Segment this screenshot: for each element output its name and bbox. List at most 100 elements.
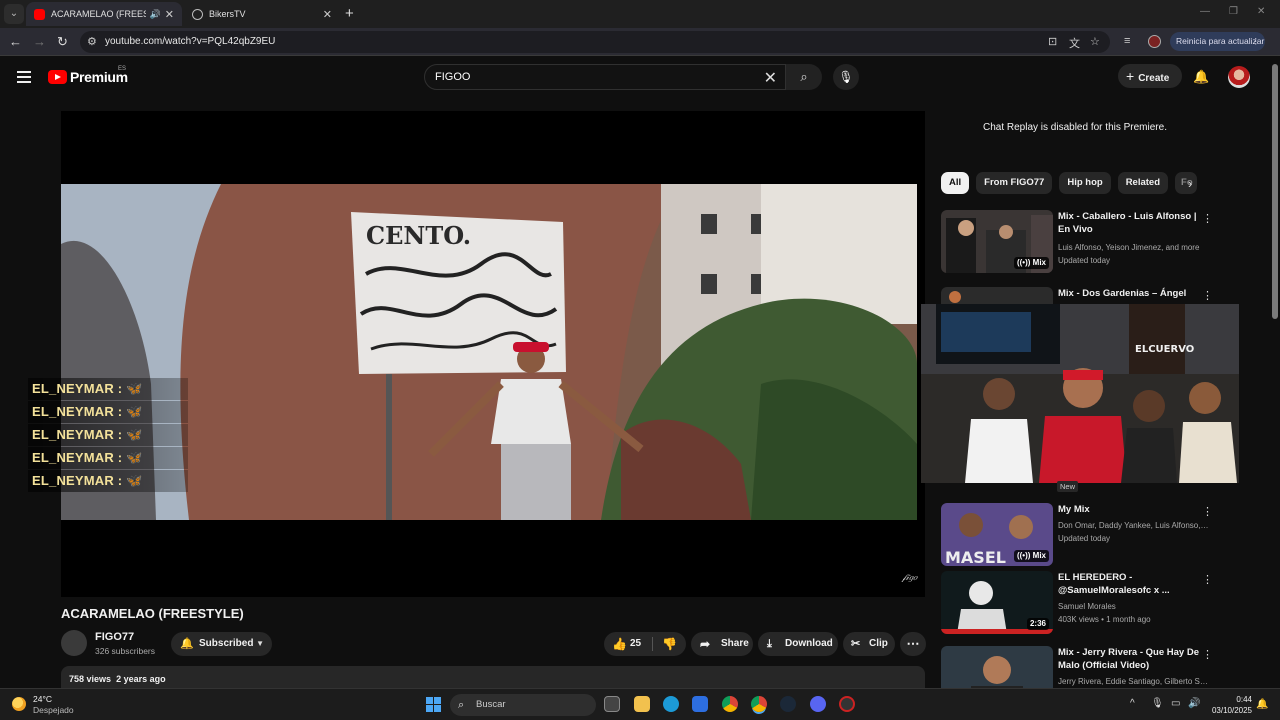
network-icon[interactable]: ▭ xyxy=(1171,698,1180,709)
store-icon[interactable] xyxy=(692,696,708,712)
reload-icon[interactable]: ↻ xyxy=(57,34,68,50)
windows-start-icon[interactable] xyxy=(426,697,441,712)
recommendation-item[interactable]: ((•)) Mix Mix - Caballero - Luis Alfonso… xyxy=(941,210,1221,280)
forward-icon[interactable]: → xyxy=(33,34,46,49)
search-query[interactable]: FIGOO xyxy=(435,71,470,83)
maximize-icon[interactable]: ❐ xyxy=(1229,6,1238,17)
more-vert-icon[interactable]: ⋮ xyxy=(1202,573,1213,586)
browser-profile-avatar[interactable] xyxy=(1148,35,1161,48)
more-vert-icon[interactable]: ⋮ xyxy=(1202,212,1213,225)
recommendation-title[interactable]: Mix - Jerry Rivera - Que Hay De Malo (Of… xyxy=(1058,646,1210,672)
chrome-active-icon[interactable] xyxy=(751,696,767,712)
tab-bikerstv[interactable]: BikersTV ✕ xyxy=(184,2,340,26)
thumbs-up-icon[interactable]: 👍 xyxy=(612,632,627,656)
recommendation-title[interactable]: Mix - Caballero - Luis Alfonso | En Vivo xyxy=(1058,210,1210,236)
recommendation-title[interactable]: EL HEREDERO - @SamuelMoralesofc x ... xyxy=(1058,571,1210,597)
chevron-right-icon[interactable]: › xyxy=(1188,176,1192,191)
mix-badge: ((•)) Mix xyxy=(1013,550,1049,562)
new-tab-button[interactable]: + xyxy=(345,5,354,22)
video-thumbnail[interactable]: 2:36 xyxy=(941,571,1053,634)
system-clock[interactable]: 0:44 03/10/2025 xyxy=(1208,694,1252,716)
account-avatar[interactable] xyxy=(1228,66,1250,88)
download-button[interactable]: ⤓ Download xyxy=(758,632,838,656)
svg-text:ELCUERVO: ELCUERVO xyxy=(1135,344,1194,355)
temperature[interactable]: 24°C xyxy=(33,694,52,704)
speaker-icon[interactable]: 🔊 xyxy=(150,9,161,20)
chip-related[interactable]: Related xyxy=(1117,172,1169,194)
file-explorer-icon[interactable] xyxy=(634,696,650,712)
recommendation-title[interactable]: My Mix xyxy=(1058,503,1210,516)
badge-label: Mix xyxy=(1032,258,1046,267)
clip-button[interactable]: ✂ Clip xyxy=(843,632,895,656)
create-button[interactable]: + Create xyxy=(1118,64,1182,88)
chrome-icon[interactable] xyxy=(722,696,738,712)
video-frame: CENTO. xyxy=(61,184,917,520)
video-thumbnail[interactable] xyxy=(941,646,1053,688)
tab-title: BikersTV xyxy=(209,9,246,19)
video-thumbnail[interactable]: ((•)) Mix xyxy=(941,210,1053,273)
like-count[interactable]: 25 xyxy=(630,632,641,656)
youtube-premium-logo[interactable]: Premium ES xyxy=(48,66,128,85)
reading-list-icon[interactable]: ≡ xyxy=(1124,35,1130,47)
taskbar-search[interactable]: ⌕ Buscar xyxy=(450,694,596,716)
more-vert-icon[interactable]: ⋮ xyxy=(1202,648,1213,661)
chip-truncated[interactable]: Fo xyxy=(1175,172,1198,194)
channel-name[interactable]: FIGO77 xyxy=(95,631,134,643)
update-button[interactable]: Reinicia para actualizar ⋮ xyxy=(1170,32,1265,51)
back-icon[interactable]: ← xyxy=(9,34,22,49)
weather-icon[interactable] xyxy=(12,697,26,711)
bookmark-star-icon[interactable]: ☆ xyxy=(1090,35,1100,48)
close-tab-icon[interactable]: ✕ xyxy=(165,8,174,21)
video-player[interactable]: CENTO. 𝒻𝒾𝑔𝑜 xyxy=(61,111,925,597)
translate-icon[interactable]: 文 xyxy=(1069,35,1080,51)
tab-youtube[interactable]: ACARAMELAO (FREESTYLE) 🔊 ✕ xyxy=(26,2,182,26)
recommendation-channel: Don Omar, Daddy Yankee, Luis Alfonso, a.… xyxy=(1058,521,1210,530)
tab-search-button[interactable]: ⌄ xyxy=(4,4,24,24)
chip-from-channel[interactable]: From FIGO77 xyxy=(976,172,1053,194)
page-scrollbar[interactable] xyxy=(1270,56,1280,688)
more-vert-icon[interactable]: ⋮ xyxy=(1202,289,1213,302)
more-vert-icon[interactable]: ⋮ xyxy=(1202,505,1213,518)
install-app-icon[interactable]: ⊡ xyxy=(1048,35,1057,48)
weather-description[interactable]: Despejado xyxy=(33,705,74,715)
notifications-icon[interactable]: 🔔 xyxy=(1256,699,1268,710)
site-info-icon[interactable]: ⚙ xyxy=(87,35,97,48)
recommendation-item[interactable]: Mix - Jerry Rivera - Que Hay De Malo (Of… xyxy=(941,646,1221,688)
more-actions-button[interactable]: ⋯ xyxy=(900,632,926,656)
recommendation-title[interactable]: Mix - Dos Gardenias – Ángel xyxy=(1058,287,1210,300)
notifications-bell-icon[interactable]: 🔔 xyxy=(1193,69,1209,85)
clear-search-icon[interactable]: ✕ xyxy=(764,68,777,88)
volume-icon[interactable]: 🔊 xyxy=(1188,698,1200,709)
chevron-up-icon[interactable]: ^ xyxy=(1130,698,1135,709)
recommendation-item[interactable]: 2:36 EL HEREDERO - @SamuelMoralesofc x .… xyxy=(941,571,1221,641)
task-view-icon[interactable] xyxy=(604,696,620,712)
share-button[interactable]: ➦ Share xyxy=(691,632,753,656)
channel-avatar[interactable] xyxy=(61,630,87,656)
scrollbar-thumb[interactable] xyxy=(1272,64,1278,319)
edge-browser-icon[interactable] xyxy=(663,696,679,712)
microphone-icon[interactable]: 🎙 xyxy=(1151,698,1164,709)
app-icon[interactable] xyxy=(839,696,855,712)
chip-all[interactable]: All xyxy=(941,172,970,194)
video-thumbnail[interactable]: MASEL ((•)) Mix xyxy=(941,503,1053,566)
minimize-icon[interactable]: — xyxy=(1200,6,1210,17)
voice-search-button[interactable]: 🎙 xyxy=(833,64,859,90)
chip-hip-hop[interactable]: Hip hop xyxy=(1059,172,1111,194)
thumbs-down-icon[interactable]: 👎 xyxy=(662,632,677,656)
address-bar[interactable]: ⚙ youtube.com/watch?v=PQL42qbZ9EU ⊡ 文 ☆ xyxy=(80,31,1110,53)
close-tab-icon[interactable]: ✕ xyxy=(323,8,332,21)
close-window-icon[interactable]: ✕ xyxy=(1257,6,1265,17)
search-input[interactable]: FIGOO ✕ xyxy=(424,64,786,90)
steam-icon[interactable] xyxy=(780,696,796,712)
search-button[interactable]: ⌕ xyxy=(786,64,822,90)
discord-icon[interactable] xyxy=(810,696,826,712)
url-text[interactable]: youtube.com/watch?v=PQL42qbZ9EU xyxy=(105,36,275,47)
subscribed-button[interactable]: 🔔 Subscribed ▼ xyxy=(171,632,272,656)
mix-badge: ((•)) Mix xyxy=(1013,257,1049,269)
menu-icon[interactable] xyxy=(17,71,31,86)
search-icon: ⌕ xyxy=(800,69,808,84)
search-placeholder: Buscar xyxy=(476,699,506,710)
description-box[interactable]: 758 views 2 years ago xyxy=(61,666,925,688)
recommendation-item[interactable]: MASEL ((•)) Mix My Mix Don Omar, Daddy Y… xyxy=(941,503,1221,573)
svg-text:MASEL: MASEL xyxy=(945,548,1006,566)
